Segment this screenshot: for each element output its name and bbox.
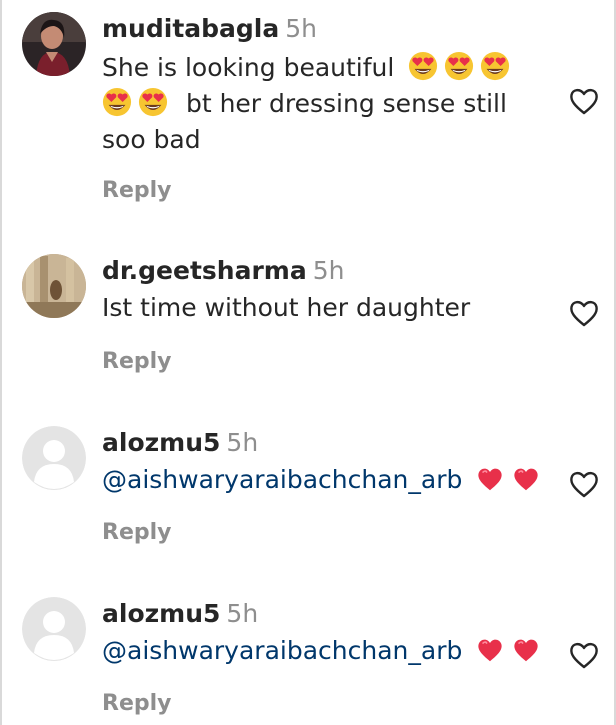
heart-eyes-emoji-icon	[480, 51, 510, 81]
comment-text-line: She is looking beautiful	[102, 53, 395, 82]
heart-outline-icon[interactable]	[568, 469, 600, 499]
heart-outline-icon[interactable]	[568, 298, 600, 328]
red-heart-emoji-icon	[476, 466, 504, 492]
avatar[interactable]	[22, 597, 86, 661]
heart-eyes-emoji-icon	[408, 51, 438, 81]
red-heart-emoji-icon	[512, 637, 540, 663]
comment-username[interactable]: alozmu5	[102, 599, 220, 628]
heart-eyes-emoji-icon	[102, 87, 132, 117]
comment-text: She is looking beautiful bt her dressing…	[102, 50, 554, 158]
user-mention-link[interactable]: @aishwaryaraibachchan_arb	[102, 636, 462, 665]
heart-eyes-emoji-icon	[138, 87, 168, 117]
comment-timestamp: 5h	[312, 256, 345, 285]
reply-button[interactable]: Reply	[102, 349, 172, 374]
comments-list: muditabagla 5h She is looking beautiful b…	[0, 0, 616, 725]
user-mention-link[interactable]: @aishwaryaraibachchan_arb	[102, 465, 462, 494]
red-heart-emoji-icon	[512, 466, 540, 492]
avatar[interactable]	[22, 12, 86, 76]
heart-outline-icon[interactable]	[568, 86, 600, 116]
avatar[interactable]	[22, 254, 86, 318]
comment-text: @aishwaryaraibachchan_arb	[102, 462, 554, 498]
red-heart-emoji-icon	[476, 637, 504, 663]
heart-eyes-emoji-icon	[444, 51, 474, 81]
reply-button[interactable]: Reply	[102, 691, 172, 716]
avatar[interactable]	[22, 426, 86, 490]
comment-text: @aishwaryaraibachchan_arb	[102, 633, 554, 669]
heart-outline-icon[interactable]	[568, 640, 600, 670]
comment-username[interactable]: dr.geetsharma	[102, 256, 307, 285]
reply-button[interactable]: Reply	[102, 520, 172, 545]
comment-text-line: soo bad	[102, 125, 201, 154]
comment-timestamp: 5h	[226, 599, 259, 628]
comment-text-line: bt her dressing sense still	[185, 89, 507, 118]
reply-button[interactable]: Reply	[102, 178, 172, 203]
comment-username[interactable]: muditabagla	[102, 14, 279, 43]
comment-username[interactable]: alozmu5	[102, 428, 220, 457]
comment-timestamp: 5h	[226, 428, 259, 457]
comment-text: Ist time without her daughter	[102, 293, 471, 322]
comment-timestamp: 5h	[285, 14, 317, 43]
